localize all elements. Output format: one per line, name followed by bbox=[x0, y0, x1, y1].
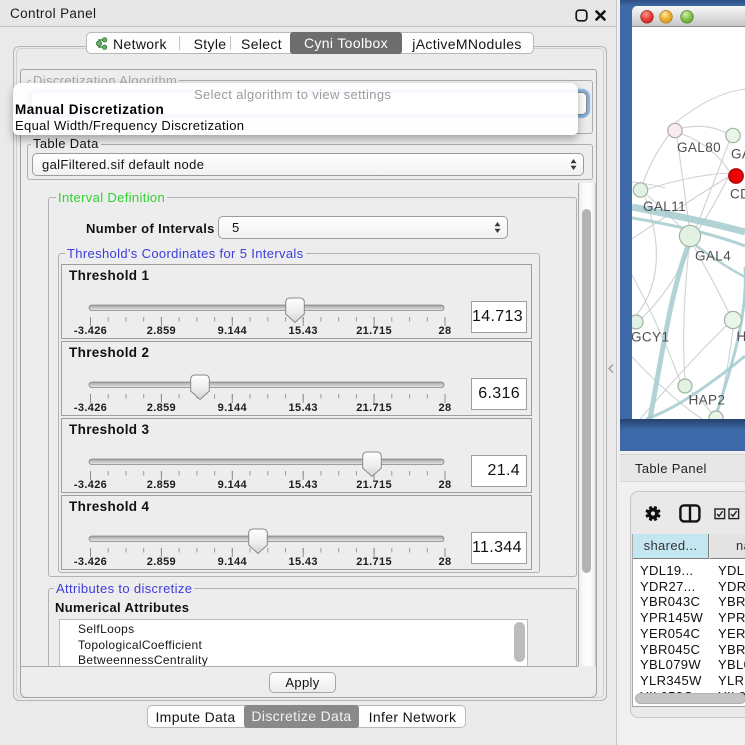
svg-text:GAL: GAL bbox=[731, 147, 745, 162]
svg-text:GCY1: GCY1 bbox=[632, 330, 669, 345]
svg-text:GAL80: GAL80 bbox=[677, 140, 721, 155]
svg-text:GAL11: GAL11 bbox=[643, 199, 686, 214]
svg-text:CD: CD bbox=[730, 187, 745, 202]
svg-text:HIS: HIS bbox=[737, 329, 745, 344]
svg-text:GAL4: GAL4 bbox=[695, 249, 731, 264]
svg-text:HAP2: HAP2 bbox=[689, 393, 726, 408]
